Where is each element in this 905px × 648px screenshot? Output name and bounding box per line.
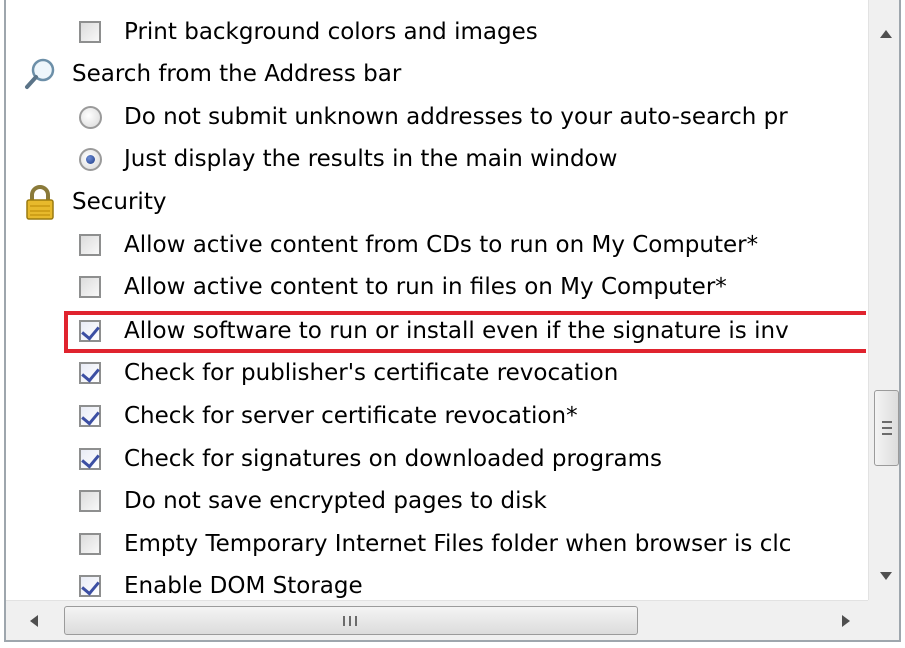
- setting-label: Allow active content to run in files on …: [124, 274, 727, 300]
- setting-label: Do not submit unknown addresses to your …: [124, 104, 788, 130]
- setting-label: Print background colors and images: [124, 19, 538, 45]
- group-search-address-bar: Search from the Address bar: [6, 53, 866, 96]
- setting-check-signatures[interactable]: Check for signatures on downloaded progr…: [6, 438, 866, 481]
- settings-list: Print background colors and images Searc…: [6, 0, 866, 600]
- checkbox-checked[interactable]: [79, 448, 101, 470]
- horizontal-scrollbar[interactable]: [6, 600, 868, 640]
- checkbox-checked[interactable]: [79, 405, 101, 427]
- padlock-icon: [26, 185, 54, 220]
- group-label: Search from the Address bar: [72, 61, 402, 87]
- setting-empty-temp-files[interactable]: Empty Temporary Internet Files folder wh…: [6, 523, 866, 566]
- scroll-up-arrow-icon[interactable]: [880, 30, 892, 38]
- check-icon: [81, 363, 100, 383]
- grip-line: [349, 616, 351, 626]
- setting-active-content-files[interactable]: Allow active content to run in files on …: [6, 266, 866, 309]
- checkbox-checked[interactable]: [79, 575, 101, 597]
- checkbox[interactable]: [79, 533, 101, 555]
- grip-line: [882, 421, 892, 423]
- radio-button[interactable]: [79, 106, 102, 129]
- grip-line: [355, 616, 357, 626]
- grip-line: [343, 616, 345, 626]
- check-icon: [81, 449, 100, 469]
- highlight-box: [64, 311, 866, 353]
- setting-publisher-cert-revocation[interactable]: Check for publisher's certificate revoca…: [6, 352, 866, 395]
- checkbox[interactable]: [79, 21, 101, 43]
- setting-label: Just display the results in the main win…: [124, 146, 618, 172]
- setting-active-content-cds[interactable]: Allow active content from CDs to run on …: [6, 224, 866, 267]
- setting-print-background[interactable]: Print background colors and images: [6, 11, 866, 54]
- setting-do-not-save-encrypted[interactable]: Do not save encrypted pages to disk: [6, 480, 866, 523]
- scroll-right-arrow-icon[interactable]: [842, 615, 850, 627]
- setting-server-cert-revocation[interactable]: Check for server certificate revocation*: [6, 395, 866, 438]
- setting-label: Check for server certificate revocation*: [124, 403, 578, 429]
- check-icon: [81, 576, 100, 596]
- checkbox-checked[interactable]: [79, 362, 101, 384]
- checkbox[interactable]: [79, 490, 101, 512]
- setting-label: Empty Temporary Internet Files folder wh…: [124, 531, 792, 557]
- checkbox[interactable]: [79, 234, 101, 256]
- scrollbar-corner: [868, 600, 899, 640]
- vertical-scroll-thumb[interactable]: [874, 390, 899, 466]
- group-label: Security: [72, 189, 167, 215]
- magnifier-icon: [25, 58, 55, 89]
- setting-label: Check for publisher's certificate revoca…: [124, 360, 619, 386]
- setting-label: Allow active content from CDs to run on …: [124, 232, 759, 258]
- horizontal-scroll-thumb[interactable]: [64, 606, 638, 635]
- option-just-display-results[interactable]: Just display the results in the main win…: [6, 138, 866, 181]
- radio-dot: [86, 155, 95, 164]
- radio-button-selected[interactable]: [79, 148, 102, 171]
- setting-label: Check for signatures on downloaded progr…: [124, 446, 663, 472]
- setting-label: Enable DOM Storage: [124, 573, 363, 599]
- advanced-settings-panel: Print background colors and images Searc…: [4, 0, 901, 642]
- scroll-down-arrow-icon[interactable]: [880, 572, 892, 580]
- setting-enable-dom-storage[interactable]: Enable DOM Storage: [6, 565, 866, 600]
- scroll-left-arrow-icon[interactable]: [30, 615, 38, 627]
- checkbox[interactable]: [79, 276, 101, 298]
- vertical-scrollbar[interactable]: [868, 0, 899, 600]
- group-security: Security: [6, 181, 866, 224]
- grip-line: [882, 433, 892, 435]
- check-icon: [81, 406, 100, 426]
- setting-label: Do not save encrypted pages to disk: [124, 488, 547, 514]
- grip-line: [882, 427, 892, 429]
- option-do-not-submit-unknown[interactable]: Do not submit unknown addresses to your …: [6, 96, 866, 139]
